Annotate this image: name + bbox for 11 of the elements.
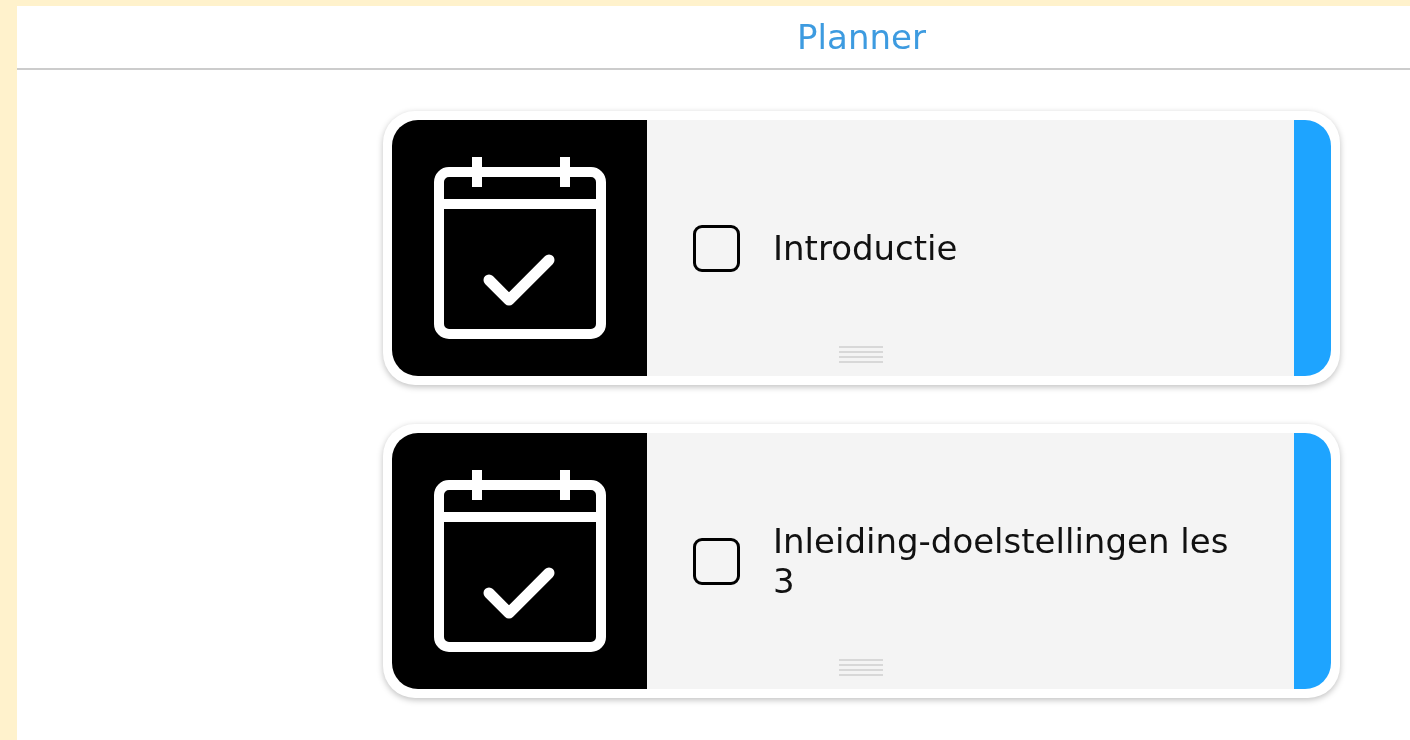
calendar-check-icon: [433, 157, 606, 339]
drag-handle-icon[interactable]: [839, 345, 883, 363]
calendar-check-icon: [433, 470, 606, 652]
item-title: Introductie: [773, 228, 958, 268]
planner-card[interactable]: Introductie: [383, 111, 1340, 385]
planner-card[interactable]: Inleiding-doelstellingen les 3: [383, 424, 1340, 698]
item-title: Inleiding-doelstellingen les 3: [773, 521, 1230, 601]
page-title: Planner: [797, 15, 926, 59]
checkbox[interactable]: [693, 224, 740, 272]
drag-handle-icon[interactable]: [839, 658, 883, 676]
checkbox[interactable]: [693, 537, 740, 585]
